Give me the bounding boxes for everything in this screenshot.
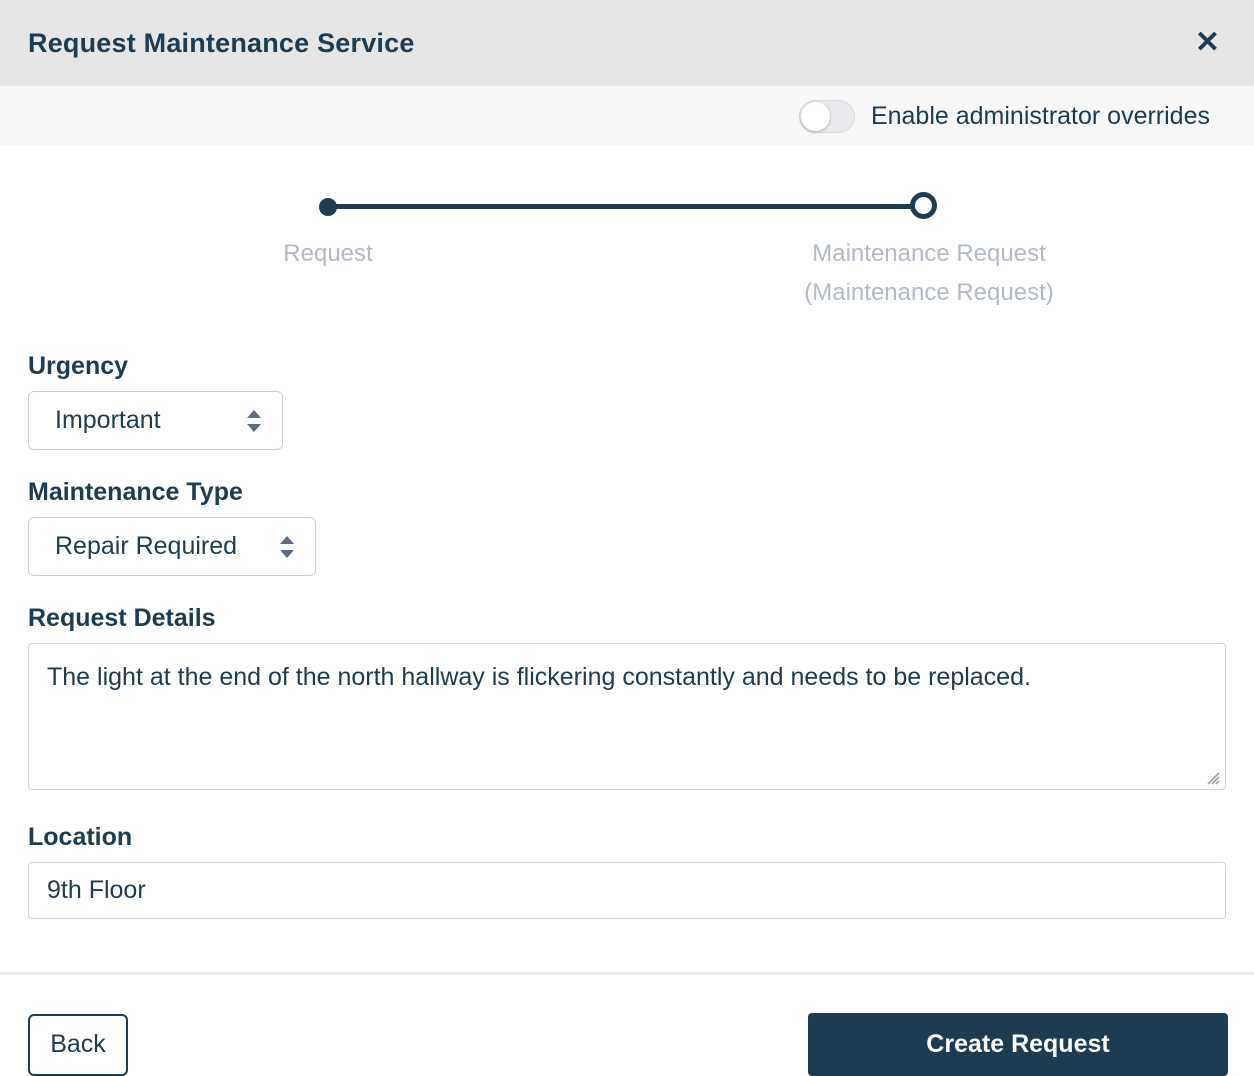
step-connector-line [334,204,912,209]
step-label-maintenance-request: Maintenance Request (Maintenance Request… [804,234,1053,312]
maintenance-type-label: Maintenance Type [28,478,1226,507]
step-current-ring-icon [910,192,937,219]
form-area: Urgency Important Maintenance Type Repai… [0,352,1254,919]
select-arrows-icon [279,535,295,559]
urgency-value: Important [55,406,161,435]
request-details-wrap: The light at the end of the north hallwa… [28,643,1226,795]
urgency-label: Urgency [28,352,1226,381]
maintenance-type-group: Maintenance Type Repair Required [28,478,1226,576]
page-title: Request Maintenance Service [28,28,415,59]
urgency-group: Urgency Important [28,352,1226,450]
maintenance-type-value: Repair Required [55,532,237,561]
stepper: Request Maintenance Request (Maintenance… [0,186,1254,332]
location-input[interactable] [28,862,1226,919]
select-arrows-icon [246,409,262,433]
footer: Back Create Request [0,975,1254,1076]
step-label-request: Request [283,234,372,273]
step-label-line2: (Maintenance Request) [804,273,1053,312]
modal-header: Request Maintenance Service ✕ [0,0,1254,86]
create-request-button[interactable]: Create Request [808,1013,1228,1076]
request-details-textarea[interactable]: The light at the end of the north hallwa… [28,643,1226,790]
step-label-line1: Maintenance Request [804,234,1053,273]
admin-override-row: Enable administrator overrides [0,86,1254,146]
maintenance-type-select[interactable]: Repair Required [28,517,316,576]
location-group: Location [28,823,1226,919]
urgency-select[interactable]: Important [28,391,283,450]
close-icon[interactable]: ✕ [1189,24,1226,62]
admin-override-toggle[interactable] [799,100,855,133]
location-label: Location [28,823,1226,852]
request-details-label: Request Details [28,604,1226,633]
toggle-knob [801,102,830,131]
admin-override-label: Enable administrator overrides [871,102,1210,131]
request-details-group: Request Details The light at the end of … [28,604,1226,795]
back-button[interactable]: Back [28,1014,128,1076]
